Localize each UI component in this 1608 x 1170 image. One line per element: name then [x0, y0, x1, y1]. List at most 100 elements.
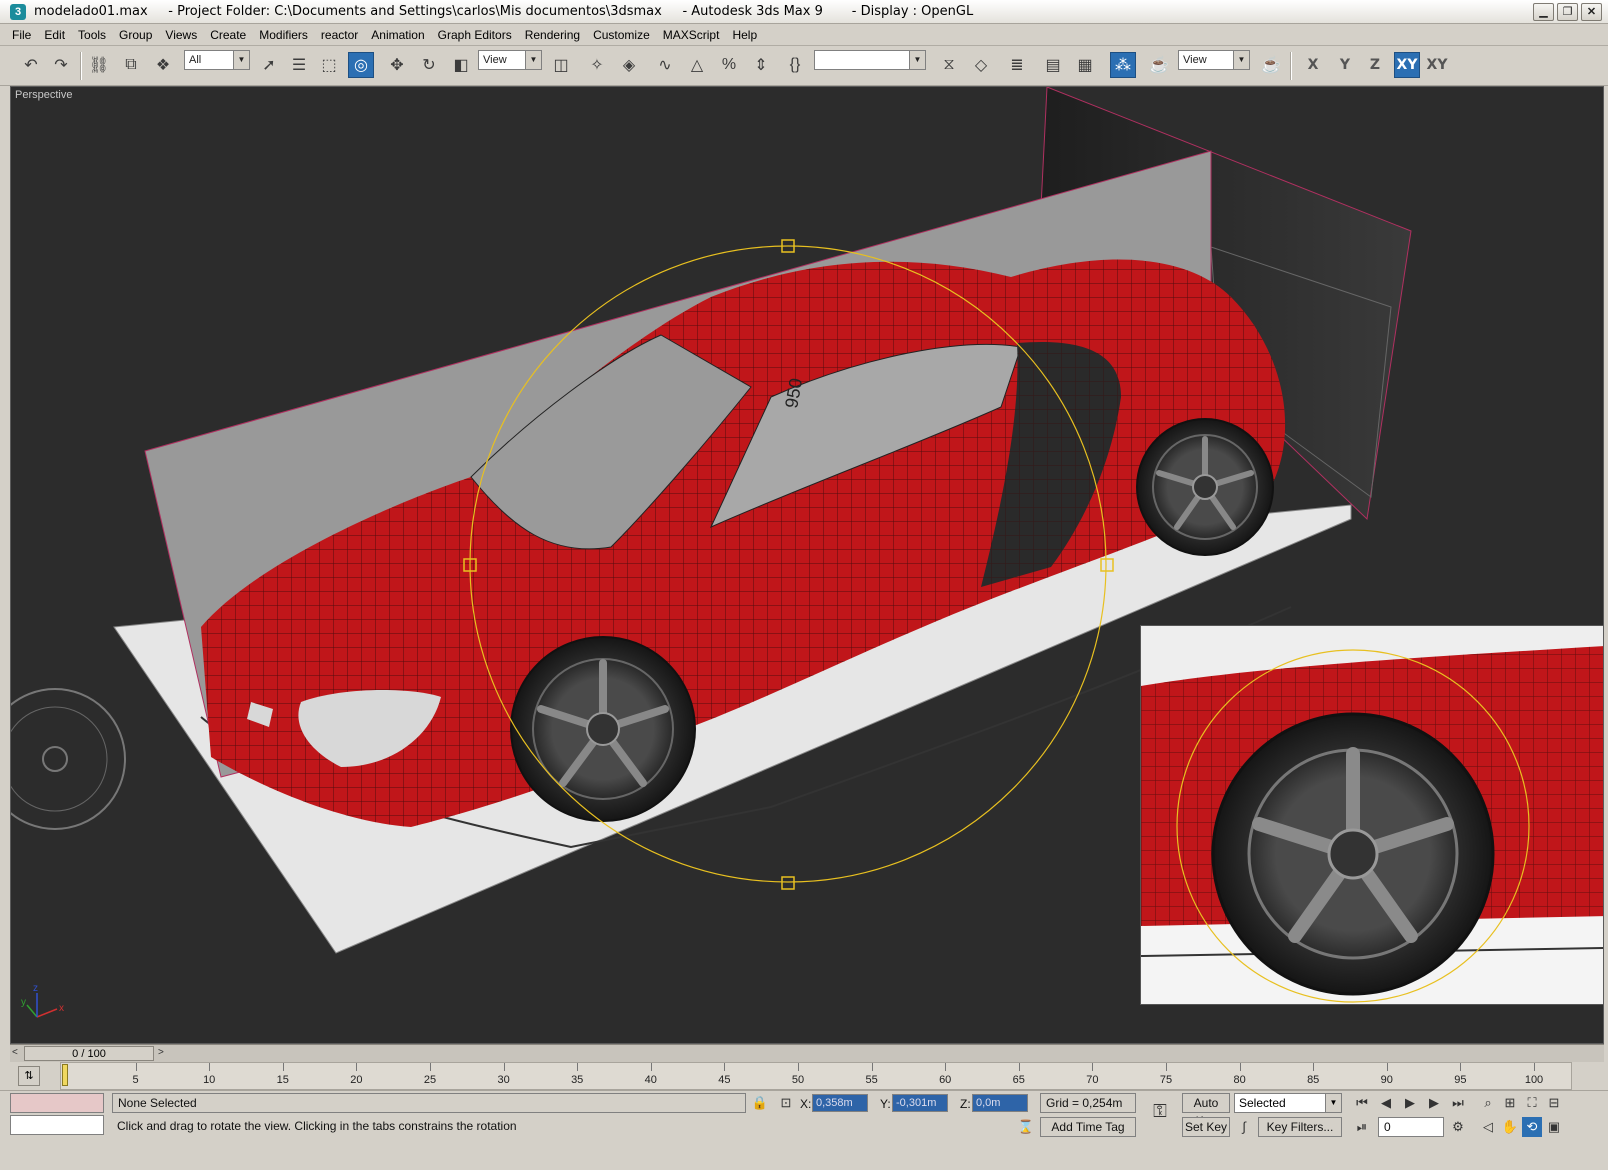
align-icon[interactable]: ◇	[968, 52, 994, 78]
frame-tick	[724, 1063, 726, 1071]
select-by-name-icon[interactable]: ☰	[286, 52, 312, 78]
axis-y-button[interactable]: Y	[1332, 52, 1358, 78]
perspective-viewport[interactable]: 950 x y z Perspective	[10, 86, 1604, 1044]
select-and-move-icon[interactable]: ✥	[384, 52, 410, 78]
axis-xy-button[interactable]: XY	[1394, 52, 1420, 78]
key-mode-dropdown[interactable]: Selected ▼	[1234, 1093, 1342, 1113]
selection-filter-dropdown[interactable]: All ▼	[184, 50, 250, 70]
y-coordinate-field[interactable]: -0,301m	[892, 1094, 948, 1112]
x-coordinate-field[interactable]: 0,358m	[812, 1094, 868, 1112]
field-of-view-icon[interactable]: ◁	[1478, 1117, 1498, 1137]
lock-selection-icon[interactable]: 🔒	[750, 1093, 770, 1113]
viewport-label[interactable]: Perspective	[15, 89, 72, 101]
unlink-icon[interactable]: ⧉	[118, 52, 144, 78]
select-and-scale-icon[interactable]: ◧	[448, 52, 474, 78]
go-to-end-icon[interactable]: ⏭	[1448, 1093, 1468, 1113]
track-bar[interactable]: ⇅ 5 10 15 20 25 30 35 40 45 50 55 60 65 70 75 80 85 90 95 1…	[10, 1062, 1604, 1090]
menu-create[interactable]: Create	[210, 28, 246, 42]
open-mini-curve-editor-icon[interactable]: ⇅	[18, 1066, 40, 1086]
current-time-marker[interactable]	[62, 1064, 68, 1086]
menu-modifiers[interactable]: Modifiers	[259, 28, 308, 42]
absolute-mode-icon[interactable]: ⊡	[776, 1093, 796, 1113]
menu-group[interactable]: Group	[119, 28, 152, 42]
zoom-icon[interactable]: ⌕	[1478, 1093, 1498, 1113]
render-setup-icon[interactable]: ☕	[1146, 52, 1172, 78]
play-animation-icon[interactable]: ▶	[1400, 1093, 1420, 1113]
window-crossing-icon[interactable]: ◎	[348, 52, 374, 78]
go-to-start-icon[interactable]: ⏮	[1352, 1093, 1372, 1113]
set-key-button[interactable]: Set Key	[1182, 1117, 1230, 1137]
minimize-icon[interactable]: ▁	[1533, 3, 1554, 21]
3dsmax-app-icon[interactable]: 3	[10, 3, 26, 20]
named-selection-sets-dropdown[interactable]: ▼	[814, 50, 926, 70]
time-slider-prev-arrow[interactable]: <	[12, 1047, 18, 1058]
zoom-extents-all-icon[interactable]: ⊟	[1544, 1093, 1564, 1113]
default-in-out-tangents-icon[interactable]: ∫	[1234, 1117, 1254, 1137]
menu-reactor[interactable]: reactor	[321, 28, 358, 42]
redo-icon[interactable]: ↷	[48, 52, 74, 78]
maxscript-listener-input[interactable]	[10, 1115, 104, 1135]
menu-edit[interactable]: Edit	[44, 28, 65, 42]
z-coordinate-field[interactable]: 0,0m	[972, 1094, 1028, 1112]
frame-tick-label: 25	[423, 1074, 437, 1086]
keyboard-shortcut-override-icon[interactable]: ◈	[616, 52, 642, 78]
next-frame-icon[interactable]: ▶	[1424, 1093, 1444, 1113]
axis-z-button[interactable]: Z	[1362, 52, 1388, 78]
select-and-link-icon[interactable]: ⛓	[86, 52, 112, 78]
current-frame-field[interactable]: 0	[1378, 1117, 1444, 1137]
frame-tick	[1092, 1063, 1094, 1071]
quick-render-teapot-icon[interactable]: ☕	[1258, 52, 1284, 78]
time-slider[interactable]: < 0 / 100 >	[10, 1044, 1604, 1062]
menu-maxscript[interactable]: MAXScript	[663, 28, 720, 42]
pivot-center-icon[interactable]: ◫	[548, 52, 574, 78]
spinner-snap-icon[interactable]: ⇕	[748, 52, 774, 78]
previous-frame-icon[interactable]: ◀	[1376, 1093, 1396, 1113]
percent-snap-icon[interactable]: %	[716, 52, 742, 78]
select-and-rotate-icon[interactable]: ↻	[416, 52, 442, 78]
menu-help[interactable]: Help	[732, 28, 757, 42]
bind-space-warp-icon[interactable]: ❖	[150, 52, 176, 78]
edit-named-selection-icon[interactable]: {}	[782, 52, 808, 78]
reference-coordinate-dropdown[interactable]: View ▼	[478, 50, 542, 70]
angle-snap-icon[interactable]: △	[684, 52, 710, 78]
undo-icon[interactable]: ↶	[18, 52, 44, 78]
menu-file[interactable]: File	[12, 28, 31, 42]
render-type-dropdown[interactable]: View ▼	[1178, 50, 1250, 70]
select-and-manipulate-icon[interactable]: ✧	[584, 52, 610, 78]
rectangular-selection-icon[interactable]: ⬚	[316, 52, 342, 78]
status-bar: None Selected 🔒 ⊡ X: 0,358m Y: -0,301m Z…	[0, 1090, 1608, 1170]
menu-customize[interactable]: Customize	[593, 28, 650, 42]
maxscript-listener-mini[interactable]	[10, 1093, 104, 1113]
pan-view-icon[interactable]: ✋	[1500, 1117, 1520, 1137]
time-configuration-icon[interactable]: ⚙	[1448, 1117, 1468, 1137]
menu-rendering[interactable]: Rendering	[525, 28, 580, 42]
maximize-viewport-icon[interactable]: ▣	[1544, 1117, 1564, 1137]
key-mode-toggle-icon[interactable]: ⏯	[1352, 1117, 1372, 1137]
restore-icon[interactable]: ❐	[1557, 3, 1578, 21]
snaps-toggle-icon[interactable]: ∿	[652, 52, 678, 78]
key-filters-button[interactable]: Key Filters...	[1258, 1117, 1342, 1137]
add-time-tag-button[interactable]: Add Time Tag	[1040, 1117, 1136, 1137]
zoom-extents-icon[interactable]: ⛶	[1522, 1093, 1542, 1113]
time-tag-icon[interactable]: ⌛	[1016, 1117, 1036, 1137]
mirror-icon[interactable]: ⧖	[936, 52, 962, 78]
auto-key-button[interactable]: Auto Key	[1182, 1093, 1230, 1128]
curve-editor-icon[interactable]: ▤	[1040, 52, 1066, 78]
close-icon[interactable]: ✕	[1581, 3, 1602, 21]
time-slider-thumb[interactable]: 0 / 100	[24, 1046, 154, 1061]
time-slider-next-arrow[interactable]: >	[158, 1047, 164, 1058]
layer-manager-icon[interactable]: ≣	[1004, 52, 1030, 78]
gizmo-handle-bottom[interactable]	[781, 876, 795, 890]
schematic-view-icon[interactable]: ▦	[1072, 52, 1098, 78]
arc-rotate-icon[interactable]: ⟲	[1522, 1117, 1542, 1137]
material-editor-icon[interactable]: ⁂	[1110, 52, 1136, 78]
menu-tools[interactable]: Tools	[78, 28, 106, 42]
menu-graph-editors[interactable]: Graph Editors	[438, 28, 512, 42]
set-key-icon[interactable]: ⚿	[1148, 1101, 1172, 1121]
axis-xy-cycle-button[interactable]: XY	[1424, 52, 1450, 78]
menu-views[interactable]: Views	[165, 28, 197, 42]
axis-x-button[interactable]: X	[1300, 52, 1326, 78]
select-object-icon[interactable]: ➚	[256, 52, 282, 78]
zoom-all-icon[interactable]: ⊞	[1500, 1093, 1520, 1113]
menu-animation[interactable]: Animation	[371, 28, 424, 42]
